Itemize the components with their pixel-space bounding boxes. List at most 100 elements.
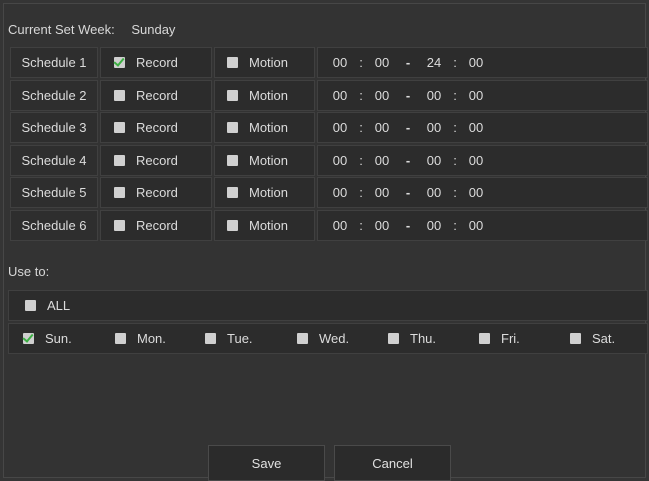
end-hour-field[interactable]: 00 [424, 153, 444, 168]
motion-checkbox[interactable] [227, 187, 238, 199]
end-hour-field[interactable]: 00 [424, 185, 444, 200]
end-hour-field[interactable]: 00 [424, 218, 444, 233]
day-checkbox[interactable] [205, 333, 216, 344]
day-label: Mon. [137, 331, 166, 346]
day-option[interactable]: Tue. [205, 324, 253, 353]
motion-option[interactable]: Motion [214, 79, 315, 111]
start-hour-field[interactable]: 00 [330, 55, 350, 70]
record-option[interactable]: Record [100, 79, 212, 111]
schedule-name-label: Schedule 6 [21, 218, 87, 233]
day-option[interactable]: Wed. [297, 324, 349, 353]
schedule-name-label: Schedule 3 [21, 120, 87, 136]
motion-option[interactable]: Motion [214, 112, 315, 144]
save-button[interactable]: Save [208, 445, 325, 481]
time-range: 00 : 00 - 00 : 00 [317, 210, 648, 241]
record-option[interactable]: Record [100, 112, 212, 144]
day-option[interactable]: Fri. [479, 324, 520, 353]
schedule-row: Schedule 6 Record Motion 00 : 00 - 00 : … [10, 210, 648, 241]
record-option[interactable]: Record [100, 144, 212, 176]
end-minute-field[interactable]: 00 [466, 218, 486, 233]
end-minute-field[interactable]: 00 [466, 55, 486, 70]
start-hour-field[interactable]: 00 [330, 185, 350, 200]
motion-option[interactable]: Motion [214, 177, 315, 209]
time-colon: : [359, 87, 363, 103]
all-days-row: ALL [8, 290, 648, 321]
time-colon: : [453, 185, 457, 201]
all-checkbox[interactable] [25, 300, 36, 311]
motion-option[interactable]: Motion [214, 144, 315, 176]
motion-label: Motion [249, 87, 289, 103]
record-option[interactable]: Record [100, 47, 212, 78]
start-minute-field[interactable]: 00 [372, 153, 392, 168]
end-hour-field[interactable]: 00 [424, 88, 444, 103]
all-label: ALL [47, 298, 71, 313]
day-option[interactable]: Sat. [570, 324, 615, 353]
cancel-button[interactable]: Cancel [334, 445, 451, 481]
record-option[interactable]: Record [100, 210, 212, 241]
end-hour-field[interactable]: 24 [424, 55, 444, 70]
day-option[interactable]: Thu. [388, 324, 436, 353]
day-option[interactable]: Sun. [23, 324, 72, 353]
time-range: 00 : 00 - 00 : 00 [317, 177, 648, 209]
motion-checkbox[interactable] [227, 89, 238, 101]
motion-label: Motion [249, 120, 289, 136]
time-range: 00 : 00 - 00 : 00 [317, 144, 648, 176]
start-hour-field[interactable]: 00 [330, 153, 350, 168]
start-minute-field[interactable]: 00 [372, 88, 392, 103]
range-dash: - [405, 152, 411, 168]
time-colon: : [453, 152, 457, 168]
day-checkbox[interactable] [570, 333, 581, 344]
end-minute-field[interactable]: 00 [466, 88, 486, 103]
record-checkbox[interactable] [114, 154, 125, 166]
range-dash: - [405, 218, 411, 233]
time-colon: : [453, 218, 457, 233]
time-range: 00 : 00 - 00 : 00 [317, 79, 648, 111]
day-option[interactable]: Mon. [115, 324, 166, 353]
range-dash: - [405, 87, 411, 103]
current-set-week-label: Current Set Week: [8, 22, 115, 37]
schedule-name-label: Schedule 1 [21, 55, 87, 70]
start-hour-field[interactable]: 00 [330, 218, 350, 233]
start-hour-field[interactable]: 00 [330, 120, 350, 135]
day-label: Thu. [410, 331, 437, 346]
motion-checkbox[interactable] [227, 122, 238, 134]
end-minute-field[interactable]: 00 [466, 153, 486, 168]
schedule-name-label: Schedule 4 [21, 152, 87, 168]
day-checkbox[interactable] [115, 333, 126, 344]
motion-checkbox[interactable] [227, 220, 238, 231]
record-checkbox[interactable] [114, 220, 125, 231]
day-checkbox[interactable] [297, 333, 308, 344]
schedule-row: Schedule 1 Record Motion 00 : 00 - 24 : … [10, 47, 648, 78]
start-hour-field[interactable]: 00 [330, 88, 350, 103]
record-label: Record [136, 218, 178, 233]
record-checkbox[interactable] [114, 122, 125, 134]
record-checkbox[interactable] [114, 187, 125, 199]
day-checkbox[interactable] [23, 333, 34, 344]
schedule-row: Schedule 2 Record Motion 00 : 00 - 00 : … [10, 79, 648, 111]
start-minute-field[interactable]: 00 [372, 120, 392, 135]
record-checkbox[interactable] [114, 89, 125, 101]
schedule-name: Schedule 2 [10, 79, 98, 111]
motion-checkbox[interactable] [227, 154, 238, 166]
day-label: Tue. [227, 331, 253, 346]
range-dash: - [405, 185, 411, 201]
record-option[interactable]: Record [100, 177, 212, 209]
motion-checkbox[interactable] [227, 57, 238, 68]
day-label: Fri. [501, 331, 520, 346]
schedule-name: Schedule 6 [10, 210, 98, 241]
record-checkbox[interactable] [114, 57, 125, 68]
end-hour-field[interactable]: 00 [424, 120, 444, 135]
day-checkbox[interactable] [388, 333, 399, 344]
end-minute-field[interactable]: 00 [466, 120, 486, 135]
start-minute-field[interactable]: 00 [372, 185, 392, 200]
start-minute-field[interactable]: 00 [372, 218, 392, 233]
motion-option[interactable]: Motion [214, 47, 315, 78]
use-to-label: Use to: [8, 264, 50, 279]
schedule-name-label: Schedule 5 [21, 185, 87, 201]
end-minute-field[interactable]: 00 [466, 185, 486, 200]
motion-option[interactable]: Motion [214, 210, 315, 241]
day-checkbox[interactable] [479, 333, 490, 344]
time-colon: : [453, 55, 457, 70]
motion-label: Motion [249, 218, 289, 233]
start-minute-field[interactable]: 00 [372, 55, 392, 70]
